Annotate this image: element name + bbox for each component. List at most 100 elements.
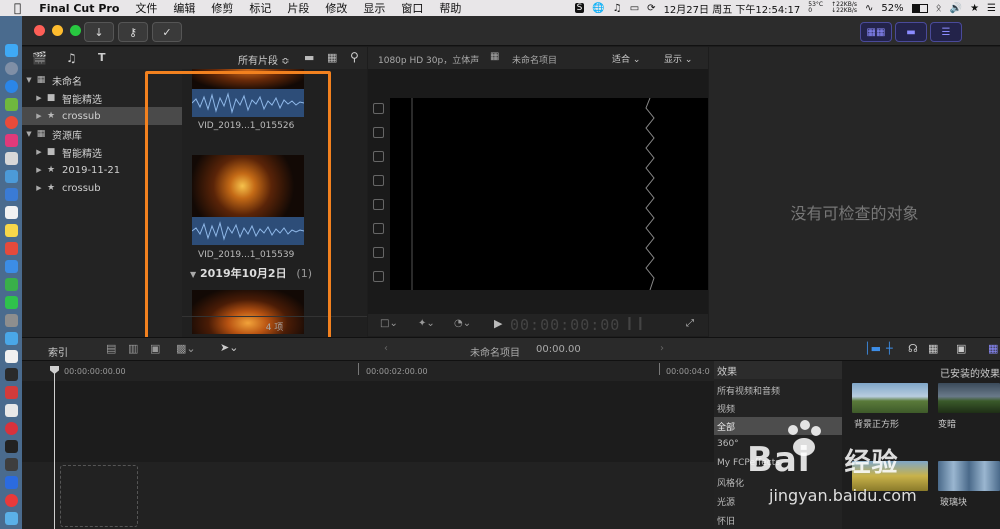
app-icon-1[interactable] (5, 134, 18, 147)
insert-clip-icon[interactable]: ▥ (128, 342, 138, 355)
menu-edit[interactable]: 编辑 (165, 0, 203, 16)
view-options-dropdown[interactable]: 显示 ⌄ (664, 52, 692, 65)
play-button-icon[interactable]: ▶ (494, 317, 502, 330)
app-icon-14[interactable] (5, 458, 18, 471)
menu-mark[interactable]: 标记 (241, 0, 279, 16)
app-icon-4[interactable] (5, 188, 18, 201)
snapping-icon[interactable]: ▣ (956, 342, 966, 355)
battery-icon[interactable] (911, 3, 928, 13)
disclosure-triangle-icon[interactable]: ▶ (32, 148, 46, 156)
timecode-display[interactable]: 00:00:00:00 (510, 316, 620, 334)
star-icon[interactable]: ★ (970, 3, 979, 14)
viewer-canvas[interactable] (390, 98, 708, 290)
menubar-clock[interactable]: 12月27日 周五 下午12:54:17 (664, 1, 801, 16)
app-menu[interactable]: Final Cut Pro (29, 2, 127, 15)
keywords-button[interactable]: ⚷ (118, 22, 148, 42)
music-icon[interactable]: ♫ (613, 3, 622, 14)
disclosure-triangle-icon[interactable]: ▶ (32, 184, 46, 192)
menu-modify[interactable]: 修改 (317, 0, 355, 16)
enhancement-tool-icon[interactable]: ✦⌄ (418, 318, 435, 329)
disclosure-triangle-icon[interactable]: ▶ (32, 112, 46, 120)
wifi-icon[interactable]: ∿ (865, 3, 873, 14)
timeline-ruler[interactable]: 00:00:00:00.00 00:00:02:00.00 00:00:04:0 (22, 361, 714, 381)
connect-clip-icon[interactable]: ▤ (106, 342, 116, 355)
disclosure-triangle-icon[interactable]: ▼ (22, 130, 36, 138)
fullscreen-icon[interactable]: ⤢ (686, 318, 694, 329)
effect-thumbnail[interactable] (852, 383, 928, 413)
volume-icon[interactable]: 🔊 (950, 3, 962, 14)
finder-icon[interactable] (5, 44, 18, 57)
disclosure-triangle-icon[interactable]: ▶ (32, 94, 46, 102)
calendar-icon[interactable] (5, 206, 18, 219)
wechat-icon[interactable] (5, 296, 18, 309)
background-tasks-button[interactable]: ✓ (152, 22, 182, 42)
clip-appearance-icon[interactable]: ▬ (304, 51, 314, 64)
audio-meter-icon[interactable]: ❙❙ (624, 316, 646, 331)
app-icon-15[interactable] (5, 512, 18, 525)
app-icon-11[interactable] (5, 368, 18, 381)
zoom-window-button[interactable] (70, 25, 81, 36)
menu-window[interactable]: 窗口 (393, 0, 431, 16)
skimming-icon[interactable]: │▬ (864, 342, 881, 355)
disclosure-triangle-icon[interactable]: ▶ (32, 166, 46, 174)
filmstrip-view-icon[interactable]: ▦ (327, 51, 337, 64)
yandex-icon[interactable] (5, 494, 18, 507)
headphones-icon[interactable]: ☊ (908, 342, 918, 355)
app-icon-5[interactable] (5, 242, 18, 255)
playhead[interactable] (50, 366, 59, 529)
globe-icon[interactable]: 🌐 (592, 3, 604, 14)
sogou-icon[interactable]: S (574, 3, 585, 13)
app-icon-3[interactable] (5, 170, 18, 183)
effects-browser-icon[interactable]: ▦ (988, 342, 998, 355)
clapper-icon[interactable]: 🎬 (32, 51, 47, 65)
zoom-fit-dropdown[interactable]: 适合 ⌄ (612, 52, 640, 65)
menu-help[interactable]: 帮助 (431, 0, 469, 16)
app-icon-8[interactable] (5, 314, 18, 327)
menu-trim[interactable]: 修剪 (203, 0, 241, 16)
launchpad-icon[interactable] (5, 62, 18, 75)
notes-icon[interactable] (5, 224, 18, 237)
app-icon-9[interactable] (5, 332, 18, 345)
app-icon-6[interactable] (5, 260, 18, 273)
inspector-layout-button[interactable]: ☰ (930, 22, 962, 42)
bluetooth-icon[interactable]: ᛟ (936, 3, 942, 14)
effects-category[interactable]: 视频 (714, 399, 842, 417)
titles-generators-icon[interactable]: T (98, 51, 106, 64)
sync-icon[interactable]: ⟳ (647, 3, 655, 14)
chrome-icon[interactable] (5, 116, 18, 129)
effect-thumbnail[interactable] (938, 383, 1000, 413)
vpn-icon[interactable] (5, 476, 18, 489)
display-icon[interactable]: ▭ (630, 3, 639, 14)
overwrite-clip-icon[interactable]: ▩⌄ (176, 342, 196, 355)
vivaldi-icon[interactable] (5, 422, 18, 435)
menu-file[interactable]: 文件 (127, 0, 165, 16)
menu-list-icon[interactable]: ☰ (987, 3, 996, 14)
append-clip-icon[interactable]: ▣ (150, 342, 160, 355)
search-icon[interactable]: ⚲ (350, 50, 359, 64)
app-icon-2[interactable] (5, 152, 18, 165)
solo-icon[interactable]: ▦ (928, 342, 938, 355)
apple-icon[interactable]:  (0, 1, 29, 15)
battery-percent[interactable]: 52% (881, 3, 903, 14)
menu-clip[interactable]: 片段 (279, 0, 317, 16)
retime-tool-icon[interactable]: ◔⌄ (454, 318, 471, 329)
clip-drop-zone[interactable] (60, 465, 138, 527)
app-icon-12[interactable] (5, 386, 18, 399)
clip-filter-dropdown[interactable]: 所有片段 ≎ (238, 52, 290, 67)
history-back-icon[interactable]: ‹ (384, 343, 388, 354)
disclosure-triangle-icon[interactable]: ▼ (22, 76, 36, 84)
safari-icon[interactable] (5, 80, 18, 93)
terminal-icon[interactable] (5, 440, 18, 453)
timeline-index-button[interactable]: 索引 (48, 344, 68, 359)
minimize-window-button[interactable] (52, 25, 63, 36)
app-icon-10[interactable] (5, 350, 18, 363)
history-forward-icon[interactable]: › (660, 343, 664, 354)
timeline-layout-button[interactable]: ▬ (895, 22, 927, 42)
app-icon-13[interactable] (5, 404, 18, 417)
app-icon-7[interactable] (5, 278, 18, 291)
transform-tool-icon[interactable]: □⌄ (380, 318, 398, 329)
browser-layout-button[interactable]: ▦▦ (860, 22, 892, 42)
android-icon[interactable] (5, 98, 18, 111)
music-photos-icon[interactable]: ♫ (66, 51, 77, 65)
menu-view[interactable]: 显示 (355, 0, 393, 16)
